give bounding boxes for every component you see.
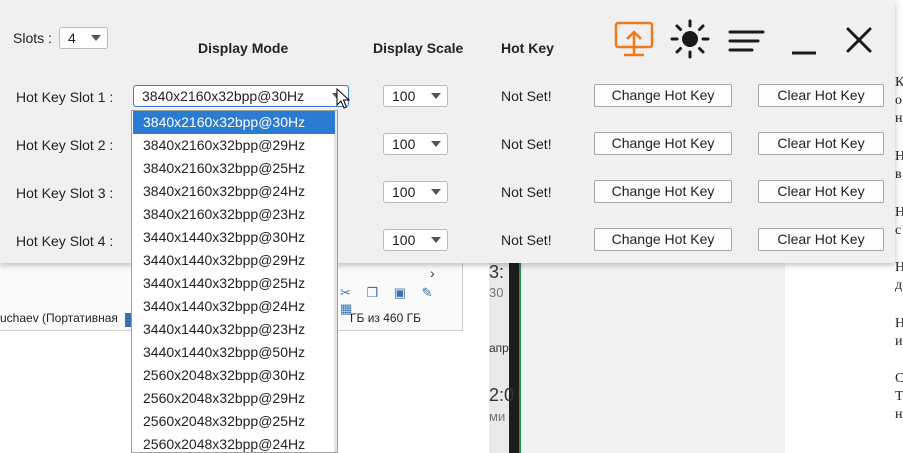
doc-char: Н xyxy=(895,149,903,164)
display-scale-value: 100 xyxy=(392,136,416,152)
dropdown-option[interactable]: 3440x1440x32bpp@29Hz xyxy=(133,249,335,272)
dropdown-option[interactable]: 3440x1440x32bpp@24Hz xyxy=(133,295,335,318)
doc-char: и xyxy=(895,334,903,349)
dropdown-option[interactable]: 3440x1440x32bpp@30Hz xyxy=(133,226,335,249)
dropdown-option[interactable]: 3840x2160x32bpp@29Hz xyxy=(133,134,335,157)
chevron-down-icon xyxy=(91,35,101,41)
bg-fragment: 30 xyxy=(489,285,504,300)
doc-char: н xyxy=(895,407,903,422)
doc-char: Н xyxy=(895,316,903,331)
dropdown-option[interactable]: 3440x1440x32bpp@50Hz xyxy=(133,341,335,364)
clear-hotkey-button-4[interactable]: Clear Hot Key xyxy=(758,228,884,251)
doc-char: с xyxy=(895,223,902,238)
clear-hotkey-button-2[interactable]: Clear Hot Key xyxy=(758,132,884,155)
clear-hotkey-button-1[interactable]: Clear Hot Key xyxy=(758,84,884,107)
display-scale-select-3[interactable]: 100 xyxy=(383,181,448,203)
dropdown-option[interactable]: 3840x2160x32bpp@24Hz xyxy=(133,180,335,203)
bg-fragment: 2:0 xyxy=(489,385,515,405)
change-hotkey-button-3[interactable]: Change Hot Key xyxy=(594,180,732,203)
bg-fragment: ми xyxy=(489,409,506,424)
change-hotkey-button-2[interactable]: Change Hot Key xyxy=(594,132,732,155)
slot-1-label: Hot Key Slot 1 : xyxy=(16,89,114,105)
dropdown-option[interactable]: 3840x2160x32bpp@30Hz xyxy=(133,111,335,134)
display-mode-select-1[interactable]: 3840x2160x32bpp@30Hz xyxy=(133,85,349,107)
doc-char: о xyxy=(895,93,902,108)
cast-upload-icon[interactable] xyxy=(614,20,654,61)
bg-fragment: апр xyxy=(489,341,509,355)
chevron-right-icon[interactable]: › xyxy=(430,265,435,281)
display-scale-select-4[interactable]: 100 xyxy=(383,229,448,251)
doc-char: д xyxy=(895,278,903,293)
display-scale-select-2[interactable]: 100 xyxy=(383,133,448,155)
chevron-down-icon xyxy=(431,141,441,147)
display-mode-value: 3840x2160x32bpp@30Hz xyxy=(142,88,305,104)
dropdown-option[interactable]: 2560x2048x32bpp@25Hz xyxy=(133,410,335,433)
hotkey-status-1: Not Set! xyxy=(501,88,552,104)
slots-label: Slots : xyxy=(13,30,52,46)
doc-char: Н xyxy=(895,260,903,275)
doc-char: С xyxy=(895,371,903,386)
dropdown-option[interactable]: 3440x1440x32bpp@25Hz xyxy=(133,272,335,295)
chevron-down-icon xyxy=(431,189,441,195)
minimize-icon[interactable] xyxy=(790,44,818,60)
display-scale-select-1[interactable]: 100 xyxy=(383,85,448,107)
display-scale-value: 100 xyxy=(392,184,416,200)
green-accent-line xyxy=(519,260,521,453)
doc-char: К xyxy=(895,75,903,90)
close-icon[interactable] xyxy=(845,26,873,57)
doc-char: н xyxy=(895,111,903,126)
explorer-disk-text: ГБ из 460 ГБ xyxy=(350,311,421,325)
dropdown-option[interactable]: 2560x2048x32bpp@24Hz xyxy=(133,433,335,452)
slots-value: 4 xyxy=(68,30,76,46)
doc-char: Н xyxy=(895,205,903,220)
slot-4-label: Hot Key Slot 4 : xyxy=(16,233,114,249)
dark-sidebar xyxy=(509,260,519,453)
doc-char: в xyxy=(895,167,902,182)
explorer-path-text: uchaev (Портативная xyxy=(0,311,118,325)
hotkey-status-3: Not Set! xyxy=(501,184,552,200)
background-right-document: К о н Н в Н с Н д Н и С Т н xyxy=(895,0,903,453)
dropdown-option[interactable]: 2560x2048x32bpp@30Hz xyxy=(133,364,335,387)
column-hot-key: Hot Key xyxy=(501,40,554,56)
menu-icon[interactable] xyxy=(728,28,766,57)
clear-hotkey-button-3[interactable]: Clear Hot Key xyxy=(758,180,884,203)
column-display-mode: Display Mode xyxy=(198,40,289,56)
bg-fragment: 3: xyxy=(489,262,505,282)
slots-select[interactable]: 4 xyxy=(59,27,108,49)
display-mode-dropdown-list[interactable]: 3840x2160x32bpp@30Hz 3840x2160x32bpp@29Hz… xyxy=(131,110,338,453)
hotkey-status-2: Not Set! xyxy=(501,136,552,152)
doc-char: Т xyxy=(895,389,903,404)
slot-2-label: Hot Key Slot 2 : xyxy=(16,137,114,153)
display-scale-value: 100 xyxy=(392,232,416,248)
column-display-scale: Display Scale xyxy=(373,40,464,56)
dropdown-option[interactable]: 3440x1440x32bpp@23Hz xyxy=(133,318,335,341)
hotkey-status-4: Not Set! xyxy=(501,232,552,248)
change-hotkey-button-1[interactable]: Change Hot Key xyxy=(594,84,732,107)
dropdown-option[interactable]: 3840x2160x32bpp@23Hz xyxy=(133,203,335,226)
dropdown-option[interactable]: 2560x2048x32bpp@29Hz xyxy=(133,387,335,410)
chevron-down-icon xyxy=(431,237,441,243)
display-scale-value: 100 xyxy=(392,88,416,104)
dropdown-option[interactable]: 3840x2160x32bpp@25Hz xyxy=(133,157,335,180)
brightness-icon[interactable] xyxy=(670,19,710,62)
mouse-pointer-icon xyxy=(336,87,351,113)
change-hotkey-button-4[interactable]: Change Hot Key xyxy=(594,228,732,251)
chevron-down-icon xyxy=(431,93,441,99)
background-panel xyxy=(523,262,785,453)
slot-3-label: Hot Key Slot 3 : xyxy=(16,185,114,201)
